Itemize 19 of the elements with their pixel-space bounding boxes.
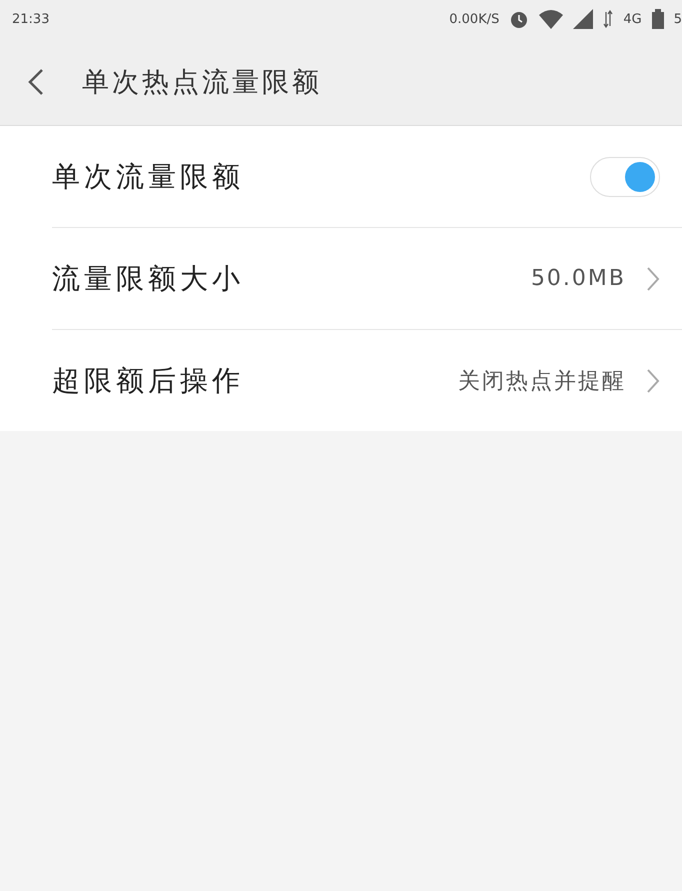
chevron-right-icon[interactable] — [646, 368, 660, 394]
battery-icon — [652, 9, 664, 29]
chevron-right-icon[interactable] — [646, 266, 660, 292]
signal-icon — [573, 9, 594, 29]
setting-value: 50.0MB — [530, 266, 626, 291]
setting-label: 流量限额大小 — [52, 260, 244, 296]
alarm-icon — [509, 9, 530, 29]
wifi-icon — [539, 9, 564, 29]
setting-label: 超限额后操作 — [52, 362, 244, 398]
toggle-switch[interactable] — [590, 156, 660, 196]
battery-level: 5 — [674, 12, 682, 26]
status-time: 21:33 — [12, 12, 50, 26]
network-speed: 0.00K/S — [449, 12, 500, 26]
page-title: 单次热点流量限额 — [82, 66, 322, 100]
back-icon[interactable] — [28, 68, 44, 96]
data-arrows-icon — [603, 10, 614, 28]
network-type: 4G — [623, 12, 642, 26]
setting-label: 单次流量限额 — [52, 158, 244, 194]
setting-value: 关闭热点并提醒 — [458, 368, 626, 396]
